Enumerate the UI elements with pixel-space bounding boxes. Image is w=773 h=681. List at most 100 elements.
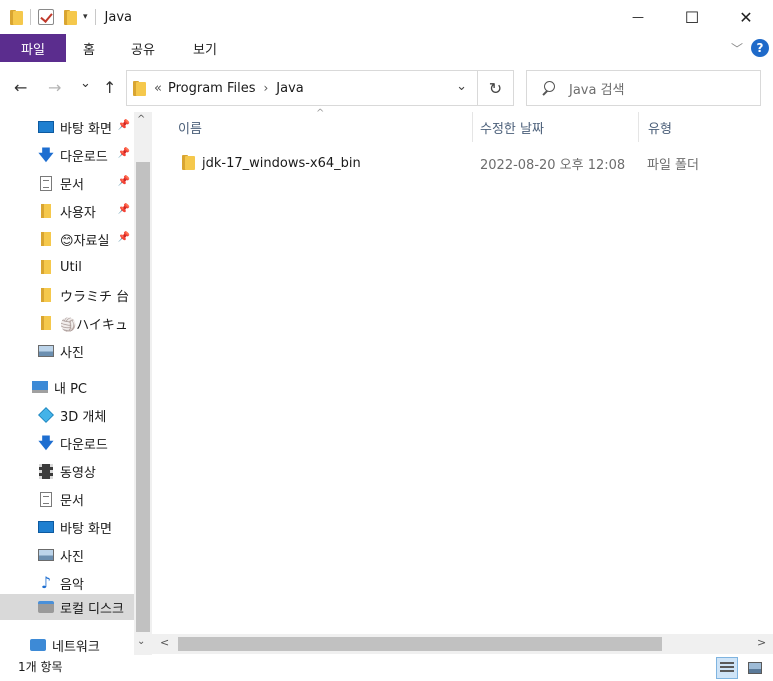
sidebar-item-music[interactable]: ♪ 음악 <box>0 570 134 596</box>
download-icon: 🡇 <box>38 145 54 164</box>
breadcrumb-overflow[interactable]: « <box>154 81 162 96</box>
sidebar-item-network[interactable]: 네트워크 <box>0 632 134 655</box>
sidebar-scrollbar-thumb[interactable] <box>136 162 150 632</box>
sidebar-item-label: 문서 <box>60 177 84 193</box>
sidebar-item-downloads-pinned[interactable]: 🡇 다운로드 📌 <box>0 142 134 168</box>
address-dropdown-button[interactable]: ⌄ <box>456 79 467 94</box>
minimize-button[interactable]: — <box>611 0 665 34</box>
sidebar-item-pictures[interactable]: 사진 <box>0 542 134 568</box>
this-pc-icon <box>32 379 48 395</box>
sidebar-item-local-disk[interactable]: 로컬 디스크 <box>0 594 134 620</box>
sidebar-item-pictures-pinned[interactable]: 사진 <box>0 338 134 364</box>
folder-icon <box>182 155 195 170</box>
folder-icon <box>38 231 54 247</box>
window-controls: — ☐ ✕ <box>611 0 773 34</box>
sidebar-item-label: 다운로드 <box>60 437 108 453</box>
folder-icon <box>10 9 23 25</box>
sidebar-item-documents-pinned[interactable]: 문서 📌 <box>0 170 134 196</box>
details-view-icon <box>720 662 734 674</box>
sidebar-item-label: 사진 <box>60 345 84 361</box>
folder-icon <box>38 287 54 303</box>
tab-home[interactable]: 홈 <box>66 34 112 62</box>
sidebar-item-label: ウラミチ 台 <box>60 289 130 305</box>
sidebar-item-this-pc[interactable]: 내 PC <box>0 374 134 400</box>
navigation-pane: 바탕 화면 📌 🡇 다운로드 📌 문서 📌 사용자 📌 😊자료실 📌 Util … <box>0 112 152 655</box>
folder-icon <box>38 315 54 331</box>
close-button[interactable]: ✕ <box>719 0 773 34</box>
expand-ribbon-icon[interactable]: ﹀ <box>731 40 743 57</box>
sidebar-item-label: Util <box>60 259 82 275</box>
sidebar-item-label: 로컬 디스크 <box>60 601 124 617</box>
sidebar-item-label: 사진 <box>60 549 84 565</box>
list-item[interactable]: jdk-17_windows-x64_bin 2022-08-20 오후 12:… <box>170 150 760 176</box>
sidebar-item-uramichi[interactable]: ウラミチ 台 <box>0 282 134 308</box>
forward-button[interactable]: → <box>48 78 61 97</box>
large-icons-view-button[interactable] <box>744 657 766 679</box>
sidebar-item-users[interactable]: 사용자 📌 <box>0 198 134 224</box>
sidebar-item-label: 네트워크 <box>52 639 100 655</box>
file-date: 2022-08-20 오후 12:08 <box>480 157 626 173</box>
scroll-up-button[interactable]: ^ <box>137 114 145 125</box>
sidebar-item-downloads[interactable]: 🡇 다운로드 <box>0 430 134 456</box>
scroll-down-button[interactable]: ⌄ <box>137 636 145 647</box>
sidebar-item-util[interactable]: Util <box>0 254 134 280</box>
breadcrumb-separator[interactable]: › <box>263 81 268 95</box>
sidebar-item-haikyu[interactable]: 🏐ハイキュ <box>0 310 134 336</box>
back-button[interactable]: ← <box>14 78 27 97</box>
scroll-right-button[interactable]: > <box>757 636 766 649</box>
sidebar-item-documents[interactable]: 문서 <box>0 486 134 512</box>
sidebar-item-label: 동영상 <box>60 465 96 481</box>
address-bar[interactable]: « Program Files › Java ⌄ <box>126 70 478 106</box>
folder-icon <box>38 259 54 275</box>
window-title: Java <box>104 9 132 25</box>
column-header-date[interactable]: 수정한 날짜 <box>480 112 640 142</box>
sidebar-item-label: 다운로드 <box>60 149 108 165</box>
column-header-type[interactable]: 유형 <box>648 112 768 142</box>
search-box[interactable]: Java 검색 <box>526 70 761 106</box>
column-divider[interactable] <box>472 112 473 142</box>
customize-quick-access-dropdown[interactable]: ▾ <box>83 12 88 22</box>
maximize-button[interactable]: ☐ <box>665 0 719 34</box>
help-icon[interactable]: ? <box>751 39 769 57</box>
music-icon: ♪ <box>40 573 52 592</box>
divider <box>30 9 31 25</box>
sidebar-item-label: 😊자료실 <box>60 233 110 249</box>
sidebar-item-videos[interactable]: 동영상 <box>0 458 134 484</box>
sidebar-item-desktop-pinned[interactable]: 바탕 화면 📌 <box>0 114 134 140</box>
3d-objects-icon <box>38 407 54 423</box>
status-bar: 1개 항목 <box>0 655 773 681</box>
network-icon <box>30 637 46 653</box>
up-button[interactable]: ↑ <box>103 78 116 97</box>
desktop-icon <box>38 519 54 535</box>
pin-icon: 📌 <box>117 148 130 159</box>
column-divider[interactable] <box>638 112 639 142</box>
sidebar-item-materials[interactable]: 😊자료실 📌 <box>0 226 134 252</box>
sidebar-item-3d-objects[interactable]: 3D 개체 <box>0 402 134 428</box>
details-view-button[interactable] <box>716 657 738 679</box>
file-name: jdk-17_windows-x64_bin <box>202 155 361 171</box>
search-input[interactable]: Java 검색 <box>569 79 625 98</box>
tab-file[interactable]: 파일 <box>0 34 66 62</box>
item-count: 1개 항목 <box>18 660 63 674</box>
properties-icon[interactable] <box>38 9 54 25</box>
sidebar-item-label: 문서 <box>60 493 84 509</box>
ribbon-right-controls: ﹀ ? <box>731 39 769 57</box>
pin-icon: 📌 <box>117 176 130 187</box>
local-disk-icon <box>38 599 54 615</box>
sidebar-item-label: 내 PC <box>54 381 88 397</box>
new-folder-icon[interactable] <box>64 9 77 25</box>
refresh-button[interactable]: ↻ <box>478 70 514 106</box>
sidebar-item-label: 음악 <box>60 577 84 593</box>
column-header-name[interactable]: 이름 <box>178 112 470 142</box>
recent-locations-button[interactable]: ⌄ <box>80 76 91 91</box>
video-icon <box>38 463 54 479</box>
horizontal-scrollbar-thumb[interactable] <box>178 637 662 651</box>
tab-view[interactable]: 보기 <box>174 34 236 62</box>
scroll-left-button[interactable]: < <box>160 636 169 649</box>
folder-icon <box>133 80 146 96</box>
breadcrumb-program-files[interactable]: Program Files <box>168 81 256 96</box>
pin-icon: 📌 <box>117 204 130 215</box>
tab-share[interactable]: 공유 <box>112 34 174 62</box>
sidebar-item-desktop[interactable]: 바탕 화면 <box>0 514 134 540</box>
breadcrumb-java[interactable]: Java <box>276 81 303 96</box>
